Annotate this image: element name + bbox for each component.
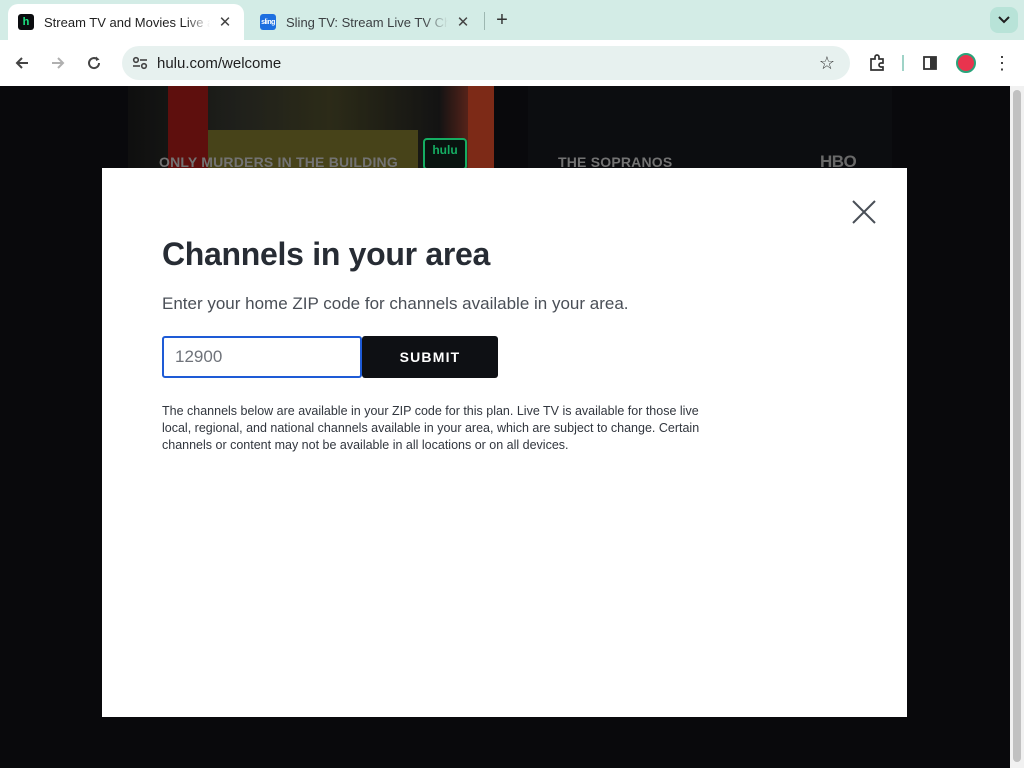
tab-search-chevron-down-icon[interactable] <box>990 7 1018 33</box>
browser-toolbar: hulu.com/welcome ☆ ⋮ <box>0 40 1024 86</box>
close-tab-icon[interactable]: ✕ <box>216 13 234 31</box>
kebab-menu-icon[interactable]: ⋮ <box>990 51 1014 75</box>
channels-disclaimer: The channels below are available in your… <box>162 404 700 452</box>
tab-title: Stream TV and Movies Live and Online | H… <box>44 14 210 30</box>
side-panel-icon[interactable] <box>917 50 943 76</box>
submit-button[interactable]: SUBMIT <box>362 336 498 378</box>
new-tab-plus-icon[interactable]: + <box>490 8 514 32</box>
tab-strip: h Stream TV and Movies Live and Online |… <box>0 0 1024 40</box>
address-bar[interactable]: hulu.com/welcome ☆ <box>122 46 850 80</box>
scrollbar-thumb[interactable] <box>1013 90 1021 762</box>
tab-divider <box>484 12 485 30</box>
back-arrow-icon[interactable] <box>8 49 36 77</box>
site-info-icon[interactable] <box>130 53 150 73</box>
bookmark-star-icon[interactable]: ☆ <box>816 52 838 74</box>
modal-subtitle: Enter your home ZIP code for channels av… <box>162 294 629 313</box>
tab-title: Sling TV: Stream Live TV Channels <box>286 14 448 30</box>
profile-avatar[interactable] <box>956 53 976 73</box>
page-scrollbar[interactable] <box>1010 86 1024 768</box>
extensions-icon[interactable] <box>864 50 890 76</box>
sling-favicon-icon: sling <box>260 14 276 30</box>
hulu-favicon-icon: h <box>18 14 34 30</box>
forward-arrow-icon[interactable] <box>44 49 72 77</box>
tab-hulu[interactable]: h Stream TV and Movies Live and Online |… <box>8 4 244 40</box>
modal-title: Channels in your area <box>162 236 491 272</box>
zip-code-input[interactable] <box>162 336 362 378</box>
toolbar-divider <box>902 55 904 71</box>
reload-icon[interactable] <box>80 49 108 77</box>
page-content: hulu ONLY MURDERS IN THE BUILDING THE SO… <box>0 86 1010 768</box>
url-text[interactable]: hulu.com/welcome <box>157 55 281 72</box>
close-icon[interactable] <box>848 196 880 228</box>
tab-sling[interactable]: sling Sling TV: Stream Live TV Channels … <box>250 4 482 40</box>
close-tab-icon[interactable]: ✕ <box>454 13 472 31</box>
zip-code-modal: Channels in your area Enter your home ZI… <box>102 168 907 717</box>
